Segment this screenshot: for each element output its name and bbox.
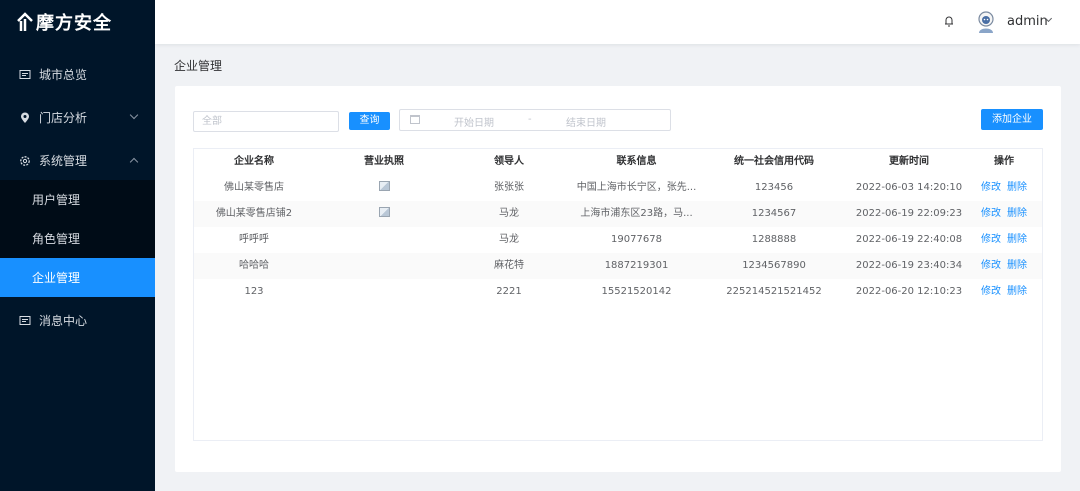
location-icon bbox=[19, 112, 31, 124]
sidebar: 摩方安全 城市总览 门店分析 系统管理 用户管理 角色管理 企业管理 消息中心 bbox=[0, 0, 155, 491]
credit-code: 1234567 bbox=[751, 208, 797, 219]
column-header: 操作 bbox=[994, 156, 1014, 167]
sidebar-item-city-overview[interactable]: 城市总览 bbox=[0, 55, 155, 94]
monitor-icon bbox=[19, 69, 31, 81]
enterprise-table: 企业名称 营业执照 领导人 联系信息 统一社会信用代码 更新时间 操作 佛山某零… bbox=[193, 148, 1043, 441]
updated-time: 2022-06-03 14:20:10 bbox=[855, 182, 963, 193]
calendar-icon bbox=[410, 115, 420, 124]
edit-link[interactable]: 修改 bbox=[981, 208, 1001, 219]
leader: 张张张 bbox=[494, 182, 524, 193]
table-row: 佛山某零售店铺2 马龙 上海市浦东区23路，马... 1234567 2022-… bbox=[194, 201, 1042, 227]
table-row: 呼呼呼 马龙 19077678 1288888 2022-06-19 22:40… bbox=[194, 227, 1042, 253]
bell-icon[interactable] bbox=[944, 15, 954, 27]
date-separator: - bbox=[528, 114, 532, 125]
credit-code: 1288888 bbox=[751, 234, 797, 245]
content-card: 全部 查询 开始日期 - 结束日期 添加企业 企业名称 营业执照 领导人 联系信… bbox=[175, 86, 1061, 472]
column-header: 领导人 bbox=[494, 156, 524, 167]
broken-image-icon bbox=[378, 181, 390, 191]
license-image bbox=[314, 227, 454, 253]
updated-time: 2022-06-19 22:09:23 bbox=[855, 208, 963, 219]
table-row: 佛山某零售店 张张张 中国上海市长宁区，张先... 123456 2022-06… bbox=[194, 175, 1042, 201]
row-actions: 修改 删除 bbox=[964, 227, 1044, 253]
sidebar-item-enterprise-management[interactable]: 企业管理 bbox=[0, 258, 155, 297]
start-date-input[interactable]: 开始日期 bbox=[454, 114, 494, 129]
edit-link[interactable]: 修改 bbox=[981, 260, 1001, 271]
avatar[interactable] bbox=[975, 10, 997, 34]
sidebar-item-system-management[interactable]: 系统管理 bbox=[0, 141, 155, 180]
enterprise-name: 123 bbox=[244, 286, 264, 297]
end-date-input[interactable]: 结束日期 bbox=[566, 114, 606, 129]
sidebar-item-label: 系统管理 bbox=[39, 154, 88, 168]
license-image bbox=[314, 201, 454, 227]
license-image bbox=[314, 175, 454, 201]
delete-link[interactable]: 删除 bbox=[1007, 234, 1027, 245]
enterprise-name: 佛山某零售店铺2 bbox=[215, 208, 293, 219]
sidebar-item-label: 企业管理 bbox=[32, 271, 81, 285]
table-row: 123 2221 15521520142 225214521521452 202… bbox=[194, 279, 1042, 305]
edit-link[interactable]: 修改 bbox=[981, 234, 1001, 245]
delete-link[interactable]: 删除 bbox=[1007, 182, 1027, 193]
row-actions: 修改 删除 bbox=[964, 253, 1044, 279]
contact-info: 上海市浦东区23路，马... bbox=[580, 208, 693, 219]
brand-name: 摩方安全 bbox=[36, 13, 112, 34]
column-header: 统一社会信用代码 bbox=[734, 156, 814, 167]
row-actions: 修改 删除 bbox=[964, 201, 1044, 227]
license-image bbox=[314, 279, 454, 305]
chevron-up-icon bbox=[129, 157, 139, 167]
page-title: 企业管理 bbox=[174, 59, 223, 73]
leader: 麻花特 bbox=[494, 260, 524, 271]
logo: 摩方安全 bbox=[0, 0, 155, 44]
delete-link[interactable]: 删除 bbox=[1007, 208, 1027, 219]
broken-image-icon bbox=[378, 207, 390, 217]
leader: 马龙 bbox=[499, 208, 519, 219]
edit-link[interactable]: 修改 bbox=[981, 182, 1001, 193]
contact-info: 中国上海市长宁区，张先... bbox=[576, 182, 697, 193]
query-button[interactable]: 查询 bbox=[349, 112, 390, 130]
sidebar-item-message-center[interactable]: 消息中心 bbox=[0, 301, 155, 340]
credit-code: 123456 bbox=[754, 182, 794, 193]
sidebar-item-label: 角色管理 bbox=[32, 232, 81, 246]
leader: 2221 bbox=[496, 286, 522, 297]
gear-icon bbox=[19, 155, 31, 167]
table-row: 哈哈哈 麻花特 1887219301 1234567890 2022-06-19… bbox=[194, 253, 1042, 279]
header: admin bbox=[155, 0, 1080, 44]
updated-time: 2022-06-19 22:40:08 bbox=[855, 234, 963, 245]
contact-info: 1887219301 bbox=[604, 260, 669, 271]
column-header: 更新时间 bbox=[889, 156, 929, 167]
enterprise-name: 佛山某零售店 bbox=[224, 182, 284, 193]
column-header: 联系信息 bbox=[616, 156, 657, 167]
sidebar-item-store-analysis[interactable]: 门店分析 bbox=[0, 98, 155, 137]
updated-time: 2022-06-20 12:10:23 bbox=[855, 286, 963, 297]
sidebar-item-label: 城市总览 bbox=[39, 68, 88, 82]
sidebar-item-label: 消息中心 bbox=[39, 314, 88, 328]
column-header: 营业执照 bbox=[364, 156, 404, 167]
delete-link[interactable]: 删除 bbox=[1007, 260, 1027, 271]
logo-icon bbox=[17, 12, 33, 31]
sidebar-item-role-management[interactable]: 角色管理 bbox=[0, 219, 155, 258]
row-actions: 修改 删除 bbox=[964, 279, 1044, 305]
leader: 马龙 bbox=[499, 234, 519, 245]
table-header: 企业名称 营业执照 领导人 联系信息 统一社会信用代码 更新时间 操作 bbox=[194, 149, 1042, 175]
enterprise-name: 呼呼呼 bbox=[239, 234, 269, 245]
user-name[interactable]: admin bbox=[1007, 14, 1048, 29]
edit-link[interactable]: 修改 bbox=[981, 286, 1001, 297]
license-image bbox=[314, 253, 454, 279]
message-icon bbox=[19, 315, 31, 327]
row-actions: 修改 删除 bbox=[964, 175, 1044, 201]
sidebar-item-label: 用户管理 bbox=[32, 193, 81, 207]
enterprise-name: 哈哈哈 bbox=[239, 260, 269, 271]
delete-link[interactable]: 删除 bbox=[1007, 286, 1027, 297]
add-enterprise-button[interactable]: 添加企业 bbox=[981, 109, 1043, 130]
sidebar-item-label: 门店分析 bbox=[39, 111, 88, 125]
contact-info: 19077678 bbox=[611, 234, 662, 245]
date-range-picker[interactable]: 开始日期 - 结束日期 bbox=[399, 109, 671, 131]
updated-time: 2022-06-19 23:40:34 bbox=[855, 260, 963, 271]
credit-code: 225214521521452 bbox=[726, 286, 822, 297]
contact-info: 15521520142 bbox=[601, 286, 672, 297]
sidebar-item-user-management[interactable]: 用户管理 bbox=[0, 180, 155, 219]
search-input[interactable]: 全部 bbox=[193, 111, 339, 132]
chevron-down-icon bbox=[129, 110, 139, 120]
column-header: 企业名称 bbox=[234, 156, 274, 167]
credit-code: 1234567890 bbox=[742, 260, 806, 271]
